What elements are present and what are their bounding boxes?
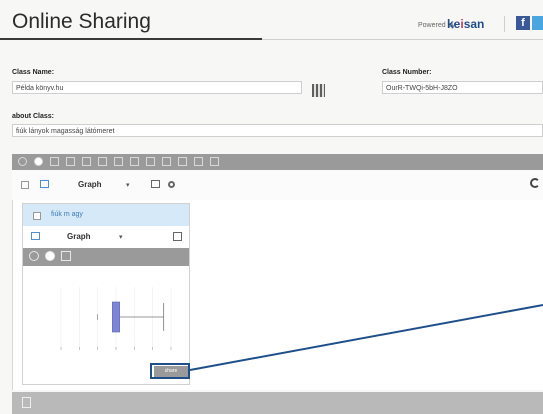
- box-plot-box: [112, 301, 120, 333]
- card-bar-icon[interactable]: [61, 251, 71, 261]
- table-icon[interactable]: [40, 180, 49, 188]
- bar-chart-icon[interactable]: [50, 157, 59, 166]
- visualization-toolbar: [12, 154, 543, 170]
- class-name-field[interactable]: Példa könyv.hu: [12, 81, 302, 94]
- about-class-label: about Class:: [12, 113, 55, 120]
- callout-highlight: [150, 363, 190, 379]
- class-number-field[interactable]: OurR-TWQi-5bH-J8ZO: [382, 81, 543, 94]
- qr-code-icon[interactable]: [312, 84, 325, 97]
- area-chart-icon[interactable]: [146, 157, 155, 166]
- link-icon[interactable]: [18, 157, 27, 166]
- trend-icon[interactable]: [130, 157, 139, 166]
- step-chart-icon[interactable]: [162, 157, 171, 166]
- graph-controls-row: Graph ▾: [12, 170, 543, 201]
- scatter-icon[interactable]: [82, 157, 91, 166]
- card-link-icon[interactable]: [29, 251, 39, 261]
- facebook-icon[interactable]: f: [516, 16, 530, 30]
- card-table-icon[interactable]: [31, 232, 40, 240]
- graph-card: fiúk m agy Graph ▾: [22, 203, 190, 385]
- card-checkbox[interactable]: [33, 212, 41, 220]
- title-rule: [0, 38, 262, 40]
- card-pie-icon[interactable]: [45, 251, 55, 261]
- gear-icon[interactable]: [168, 181, 175, 188]
- distribution-icon[interactable]: [210, 157, 219, 166]
- about-class-field[interactable]: fiúk lányok magasság látómeret: [12, 124, 543, 137]
- page: Online Sharing Powered by keisan f Class…: [0, 0, 543, 414]
- footer-bar: [12, 392, 543, 414]
- box-plot-icon[interactable]: [114, 157, 123, 166]
- card-chart-toolbar: [23, 248, 189, 266]
- curve-icon[interactable]: [194, 157, 203, 166]
- brand-prefix: ke: [447, 17, 461, 31]
- left-rail: [0, 154, 12, 414]
- card-graph-dropdown[interactable]: ▾: [119, 233, 123, 241]
- title-rule-secondary: [262, 39, 543, 40]
- graph-type-dropdown[interactable]: ▾: [126, 181, 130, 189]
- regression-icon[interactable]: [178, 157, 187, 166]
- class-name-label: Class Name:: [12, 69, 55, 76]
- twitter-icon[interactable]: [532, 16, 543, 30]
- brand-suffix: san: [463, 17, 485, 31]
- document-icon[interactable]: [22, 397, 31, 408]
- layout-icon[interactable]: [151, 180, 160, 188]
- histogram-icon[interactable]: [66, 157, 75, 166]
- graph-type-label[interactable]: Graph: [78, 180, 102, 189]
- card-graph-type-label[interactable]: Graph: [67, 232, 91, 241]
- card-header: fiúk m agy: [23, 204, 189, 226]
- page-title: Online Sharing: [12, 10, 151, 33]
- brand-logo[interactable]: keisan: [447, 17, 484, 31]
- card-title[interactable]: fiúk m agy: [51, 211, 83, 218]
- pie-chart-icon[interactable]: [34, 157, 43, 166]
- line-chart-icon[interactable]: [98, 157, 107, 166]
- expand-icon[interactable]: [173, 232, 182, 241]
- box-plot-chart: [57, 281, 175, 359]
- class-number-label: Class Number:: [382, 69, 432, 76]
- refresh-icon[interactable]: [530, 178, 540, 188]
- header-separator: [504, 16, 505, 32]
- select-checkbox[interactable]: [21, 181, 29, 189]
